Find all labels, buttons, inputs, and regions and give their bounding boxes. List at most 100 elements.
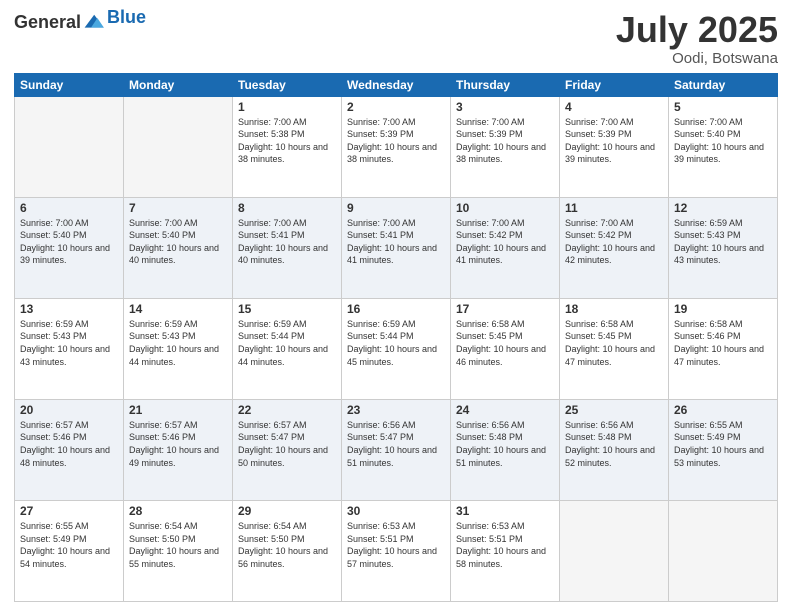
- day-cell: 8 Sunrise: 7:00 AM Sunset: 5:41 PM Daylig…: [233, 197, 342, 298]
- day-cell: 1 Sunrise: 7:00 AM Sunset: 5:38 PM Daylig…: [233, 96, 342, 197]
- day-number: 22: [238, 403, 336, 417]
- day-header-friday: Friday: [560, 73, 669, 96]
- title-location: Oodi, Botswana: [616, 50, 778, 67]
- day-info: Sunrise: 6:58 AM Sunset: 5:45 PM Dayligh…: [565, 318, 663, 368]
- title-month: July 2025: [616, 10, 778, 50]
- day-cell: [560, 500, 669, 601]
- day-info: Sunrise: 6:57 AM Sunset: 5:46 PM Dayligh…: [129, 419, 227, 469]
- day-info: Sunrise: 6:57 AM Sunset: 5:47 PM Dayligh…: [238, 419, 336, 469]
- day-info: Sunrise: 7:00 AM Sunset: 5:39 PM Dayligh…: [347, 116, 445, 166]
- day-info: Sunrise: 6:55 AM Sunset: 5:49 PM Dayligh…: [674, 419, 772, 469]
- day-info: Sunrise: 7:00 AM Sunset: 5:39 PM Dayligh…: [456, 116, 554, 166]
- day-info: Sunrise: 7:00 AM Sunset: 5:40 PM Dayligh…: [20, 217, 118, 267]
- day-cell: 29Sunrise: 6:54 AM Sunset: 5:50 PM Dayli…: [233, 500, 342, 601]
- day-info: Sunrise: 7:00 AM Sunset: 5:40 PM Dayligh…: [674, 116, 772, 166]
- day-header-saturday: Saturday: [669, 73, 778, 96]
- day-cell: 5 Sunrise: 7:00 AM Sunset: 5:40 PM Daylig…: [669, 96, 778, 197]
- day-number: 16: [347, 302, 445, 316]
- day-cell: 10 Sunrise: 7:00 AM Sunset: 5:42 PM Dayli…: [451, 197, 560, 298]
- day-header-monday: Monday: [124, 73, 233, 96]
- day-info: Sunrise: 7:00 AM Sunset: 5:39 PM Dayligh…: [565, 116, 663, 166]
- day-cell: 3 Sunrise: 7:00 AM Sunset: 5:39 PM Daylig…: [451, 96, 560, 197]
- day-info: Sunrise: 6:57 AM Sunset: 5:46 PM Dayligh…: [20, 419, 118, 469]
- week-row-3: 13Sunrise: 6:59 AM Sunset: 5:43 PM Dayli…: [15, 298, 778, 399]
- day-info: Sunrise: 6:56 AM Sunset: 5:47 PM Dayligh…: [347, 419, 445, 469]
- day-number: 1: [238, 100, 336, 114]
- day-number: 21: [129, 403, 227, 417]
- day-cell: 4Sunrise: 7:00 AM Sunset: 5:39 PM Daylig…: [560, 96, 669, 197]
- day-number: 15: [238, 302, 336, 316]
- day-number: 20: [20, 403, 118, 417]
- day-info: Sunrise: 7:00 AM Sunset: 5:41 PM Dayligh…: [347, 217, 445, 267]
- day-cell: [15, 96, 124, 197]
- day-info: Sunrise: 6:56 AM Sunset: 5:48 PM Dayligh…: [565, 419, 663, 469]
- week-row-5: 27Sunrise: 6:55 AM Sunset: 5:49 PM Dayli…: [15, 500, 778, 601]
- day-cell: 17Sunrise: 6:58 AM Sunset: 5:45 PM Dayli…: [451, 298, 560, 399]
- day-cell: 25 Sunrise: 6:56 AM Sunset: 5:48 PM Dayli…: [560, 399, 669, 500]
- day-header-thursday: Thursday: [451, 73, 560, 96]
- day-info: Sunrise: 7:00 AM Sunset: 5:41 PM Dayligh…: [238, 217, 336, 267]
- day-cell: 6Sunrise: 7:00 AM Sunset: 5:40 PM Daylig…: [15, 197, 124, 298]
- day-number: 8: [238, 201, 336, 215]
- day-header-sunday: Sunday: [15, 73, 124, 96]
- day-header-tuesday: Tuesday: [233, 73, 342, 96]
- day-number: 30: [347, 504, 445, 518]
- day-info: Sunrise: 7:00 AM Sunset: 5:40 PM Dayligh…: [129, 217, 227, 267]
- day-cell: 31 Sunrise: 6:53 AM Sunset: 5:51 PM Dayli…: [451, 500, 560, 601]
- day-number: 7: [129, 201, 227, 215]
- header: General Blue July 2025 Oodi, Botswana: [14, 10, 778, 67]
- day-cell: 24 Sunrise: 6:56 AM Sunset: 5:48 PM Dayli…: [451, 399, 560, 500]
- day-cell: 19 Sunrise: 6:58 AM Sunset: 5:46 PM Dayli…: [669, 298, 778, 399]
- day-info: Sunrise: 6:59 AM Sunset: 5:44 PM Dayligh…: [347, 318, 445, 368]
- day-number: 10: [456, 201, 554, 215]
- day-number: 17: [456, 302, 554, 316]
- title-block: July 2025 Oodi, Botswana: [616, 10, 778, 67]
- day-info: Sunrise: 7:00 AM Sunset: 5:42 PM Dayligh…: [565, 217, 663, 267]
- day-cell: 14 Sunrise: 6:59 AM Sunset: 5:43 PM Dayli…: [124, 298, 233, 399]
- day-cell: 16 Sunrise: 6:59 AM Sunset: 5:44 PM Dayli…: [342, 298, 451, 399]
- day-cell: 22 Sunrise: 6:57 AM Sunset: 5:47 PM Dayli…: [233, 399, 342, 500]
- day-cell: 7 Sunrise: 7:00 AM Sunset: 5:40 PM Daylig…: [124, 197, 233, 298]
- day-info: Sunrise: 7:00 AM Sunset: 5:38 PM Dayligh…: [238, 116, 336, 166]
- day-number: 25: [565, 403, 663, 417]
- day-number: 12: [674, 201, 772, 215]
- day-number: 2: [347, 100, 445, 114]
- day-info: Sunrise: 6:56 AM Sunset: 5:48 PM Dayligh…: [456, 419, 554, 469]
- calendar-header-row: SundayMondayTuesdayWednesdayThursdayFrid…: [15, 73, 778, 96]
- day-header-wednesday: Wednesday: [342, 73, 451, 96]
- day-cell: 13Sunrise: 6:59 AM Sunset: 5:43 PM Dayli…: [15, 298, 124, 399]
- day-cell: 28 Sunrise: 6:54 AM Sunset: 5:50 PM Dayli…: [124, 500, 233, 601]
- logo-text-blue: Blue: [107, 7, 146, 28]
- day-cell: 26Sunrise: 6:55 AM Sunset: 5:49 PM Dayli…: [669, 399, 778, 500]
- week-row-2: 6Sunrise: 7:00 AM Sunset: 5:40 PM Daylig…: [15, 197, 778, 298]
- day-info: Sunrise: 6:53 AM Sunset: 5:51 PM Dayligh…: [347, 520, 445, 570]
- day-info: Sunrise: 6:54 AM Sunset: 5:50 PM Dayligh…: [238, 520, 336, 570]
- day-cell: 15Sunrise: 6:59 AM Sunset: 5:44 PM Dayli…: [233, 298, 342, 399]
- day-info: Sunrise: 6:58 AM Sunset: 5:46 PM Dayligh…: [674, 318, 772, 368]
- day-cell: 23Sunrise: 6:56 AM Sunset: 5:47 PM Dayli…: [342, 399, 451, 500]
- week-row-1: 1 Sunrise: 7:00 AM Sunset: 5:38 PM Daylig…: [15, 96, 778, 197]
- day-info: Sunrise: 6:53 AM Sunset: 5:51 PM Dayligh…: [456, 520, 554, 570]
- day-number: 28: [129, 504, 227, 518]
- calendar: SundayMondayTuesdayWednesdayThursdayFrid…: [14, 73, 778, 602]
- day-number: 24: [456, 403, 554, 417]
- logo-icon: [83, 10, 107, 34]
- day-number: 19: [674, 302, 772, 316]
- day-cell: 12Sunrise: 6:59 AM Sunset: 5:43 PM Dayli…: [669, 197, 778, 298]
- day-info: Sunrise: 7:00 AM Sunset: 5:42 PM Dayligh…: [456, 217, 554, 267]
- day-cell: 27Sunrise: 6:55 AM Sunset: 5:49 PM Dayli…: [15, 500, 124, 601]
- day-number: 14: [129, 302, 227, 316]
- day-number: 18: [565, 302, 663, 316]
- day-info: Sunrise: 6:54 AM Sunset: 5:50 PM Dayligh…: [129, 520, 227, 570]
- day-cell: 9Sunrise: 7:00 AM Sunset: 5:41 PM Daylig…: [342, 197, 451, 298]
- day-number: 31: [456, 504, 554, 518]
- day-number: 3: [456, 100, 554, 114]
- day-cell: [669, 500, 778, 601]
- day-cell: 30 Sunrise: 6:53 AM Sunset: 5:51 PM Dayli…: [342, 500, 451, 601]
- day-number: 27: [20, 504, 118, 518]
- day-cell: 11Sunrise: 7:00 AM Sunset: 5:42 PM Dayli…: [560, 197, 669, 298]
- day-number: 5: [674, 100, 772, 114]
- day-info: Sunrise: 6:59 AM Sunset: 5:43 PM Dayligh…: [129, 318, 227, 368]
- logo-text-general: General: [14, 12, 81, 33]
- logo: General Blue: [14, 10, 146, 34]
